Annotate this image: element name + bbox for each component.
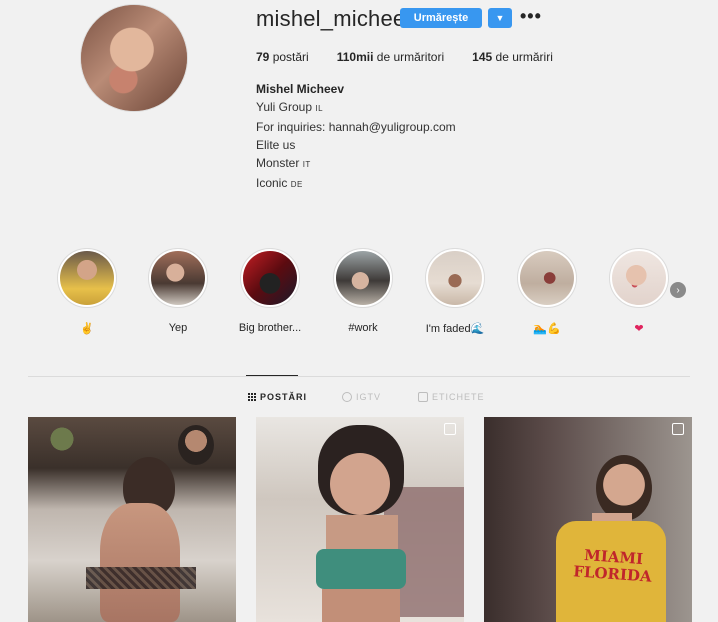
highlight-label: Yep <box>168 322 188 334</box>
multiple-photos-icon <box>444 423 456 435</box>
bio-line: Iconic DE <box>256 176 303 190</box>
highlight-label: #work <box>348 322 378 334</box>
story-highlight[interactable]: ❤ <box>604 248 674 335</box>
story-highlight[interactable]: 🏊💪 <box>512 248 582 335</box>
post-thumbnail[interactable]: MIAMI FLORIDA <box>484 417 692 622</box>
highlight-label: I'm faded🌊 <box>425 323 485 335</box>
bio-line: For inquiries: hannah@yuligroup.com <box>256 120 456 134</box>
highlight-label: Big brother... <box>238 322 302 334</box>
post-thumbnail[interactable] <box>28 417 236 622</box>
story-highlight[interactable]: Big brother... <box>235 248 305 334</box>
more-options-icon[interactable]: ••• <box>520 6 542 27</box>
tab-posts[interactable]: POSTĂRI <box>248 392 307 402</box>
profile-username: mishel_micheev <box>256 6 417 31</box>
bio-name: Mishel Micheev <box>256 82 345 96</box>
stat-following[interactable]: 145 de urmăriri <box>472 50 553 64</box>
stat-followers[interactable]: 110mii de urmăritori <box>337 50 444 64</box>
igtv-icon <box>342 392 352 402</box>
follow-button[interactable]: Urmărește <box>400 8 482 28</box>
flag-it: IT <box>302 160 311 169</box>
highlights-next-button[interactable]: › <box>670 282 686 298</box>
profile-bio: Mishel Micheev Yuli Group IL For inquiri… <box>256 80 456 194</box>
story-highlight[interactable]: I'm faded🌊 <box>420 248 490 335</box>
story-highlight[interactable]: #work <box>328 248 398 334</box>
bio-line: Elite us <box>256 138 296 152</box>
story-highlight[interactable]: Yep <box>143 248 213 334</box>
chevron-down-icon: ▼ <box>495 13 505 23</box>
post-thumbnail[interactable] <box>256 417 464 622</box>
bio-line: Yuli Group IL <box>256 100 324 114</box>
flag-il: IL <box>315 104 324 113</box>
post-caption-text: MIAMI FLORIDA <box>572 545 653 586</box>
story-highlight[interactable]: ✌ <box>52 248 122 335</box>
flag-de: DE <box>290 180 303 189</box>
tab-tagged[interactable]: ETICHETE <box>418 392 485 402</box>
bio-line: Monster IT <box>256 156 311 170</box>
profile-stats: 79 postări 110mii de urmăritori 145 de u… <box>256 50 581 64</box>
highlight-label: ❤ <box>634 323 644 335</box>
tag-icon <box>418 392 428 402</box>
grid-icon <box>248 393 256 401</box>
profile-avatar[interactable] <box>80 4 188 112</box>
chevron-right-icon: › <box>676 284 680 296</box>
tab-igtv[interactable]: IGTV <box>342 392 381 402</box>
highlight-label: 🏊💪 <box>533 323 561 335</box>
active-tab-indicator <box>246 375 298 376</box>
multiple-photos-icon <box>672 423 684 435</box>
highlight-label: ✌ <box>80 323 94 335</box>
tabs-divider <box>28 376 690 377</box>
stat-posts[interactable]: 79 postări <box>256 50 309 64</box>
suggested-accounts-button[interactable]: ▼ <box>488 8 512 28</box>
